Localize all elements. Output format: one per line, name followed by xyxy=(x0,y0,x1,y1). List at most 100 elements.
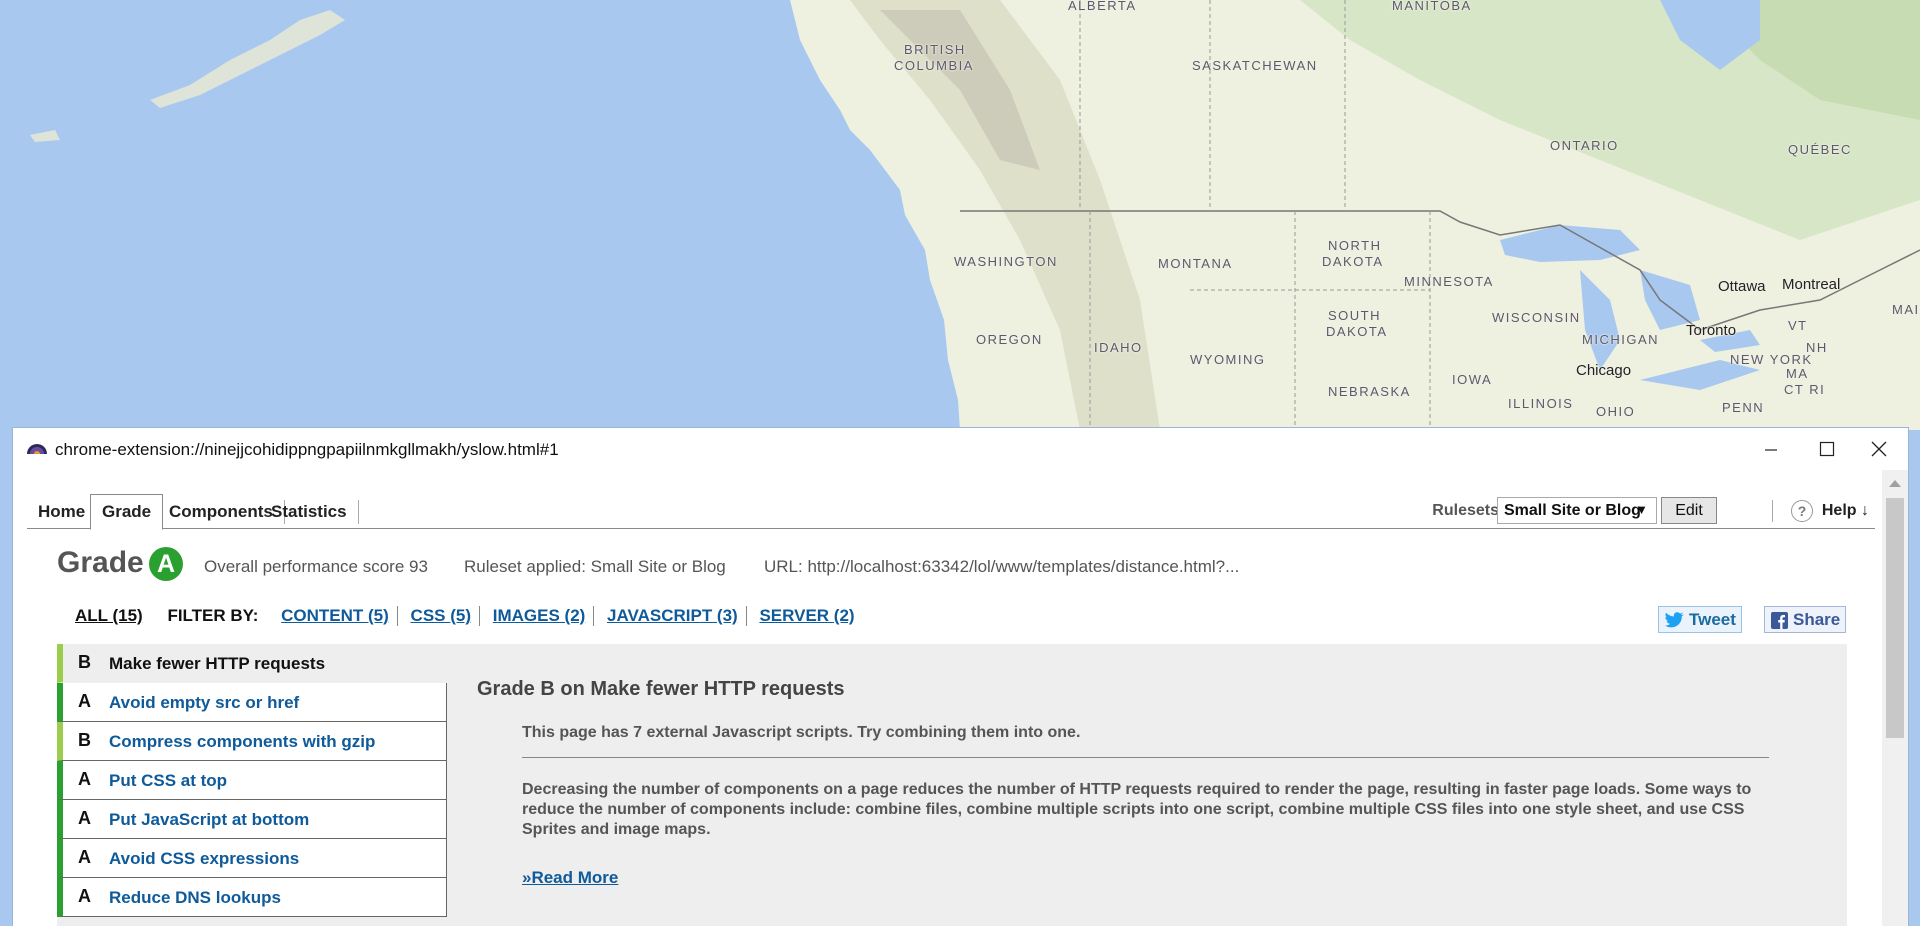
map-label-toronto: Toronto xyxy=(1686,322,1737,339)
close-button[interactable] xyxy=(1856,434,1902,464)
tab-home[interactable]: Home xyxy=(27,500,98,524)
rule-item-make-fewer-http-requests[interactable]: B Make fewer HTTP requests xyxy=(57,644,447,683)
rule-name: Put JavaScript at bottom xyxy=(109,810,310,829)
rule-grade: A xyxy=(78,847,91,867)
rule-grade: B xyxy=(78,652,91,672)
rule-name: Reduce DNS lookups xyxy=(109,888,281,907)
rule-item-reduce-dns-lookups[interactable]: A Reduce DNS lookups xyxy=(57,878,447,917)
filter-server[interactable]: SERVER (2) xyxy=(751,606,862,626)
help-link[interactable]: Help ↓ xyxy=(1822,502,1869,520)
map-label-illinois: ILLINOIS xyxy=(1508,396,1574,411)
maximize-button[interactable] xyxy=(1804,434,1850,464)
tab-label: Components xyxy=(169,502,273,521)
toolbar-divider xyxy=(1772,500,1773,522)
yslow-window: chrome-extension://ninejjcohidippngpapii… xyxy=(12,427,1909,926)
scrollbar-thumb[interactable] xyxy=(1886,498,1904,738)
map-label-iowa: IOWA xyxy=(1452,372,1493,387)
filter-label: FILTER BY: xyxy=(167,606,259,625)
rule-grade: A xyxy=(78,691,91,711)
map-label-dakota: DAKOTA xyxy=(1322,254,1384,269)
rule-grade: A xyxy=(78,886,91,906)
map-label-ma: MA xyxy=(1786,366,1809,381)
yslow-app-icon xyxy=(27,444,47,454)
tweet-button[interactable]: Tweet xyxy=(1658,606,1742,633)
map-label-ontario: ONTARIO xyxy=(1550,138,1619,153)
map-label-oregon: OREGON xyxy=(976,332,1043,347)
rule-name: Put CSS at top xyxy=(109,771,228,790)
rule-name: Make fewer HTTP requests xyxy=(109,654,326,673)
share-button[interactable]: Share xyxy=(1764,606,1846,633)
map-label-qu-bec: QUÉBEC xyxy=(1788,142,1852,157)
map-label-penn: PENN xyxy=(1722,400,1765,415)
rule-grade: A xyxy=(78,769,91,789)
rule-item-css-at-top[interactable]: A Put CSS at top xyxy=(57,761,447,800)
map-label-dakota: DAKOTA xyxy=(1326,324,1388,339)
vertical-scrollbar[interactable] xyxy=(1882,470,1908,926)
tweet-label: Tweet xyxy=(1689,610,1736,629)
twitter-icon xyxy=(1665,612,1684,628)
detail-divider xyxy=(522,757,1769,758)
rulesets-label: Rulesets xyxy=(1432,502,1499,519)
facebook-icon xyxy=(1771,612,1788,629)
share-label: Share xyxy=(1793,610,1841,629)
rule-item-avoid-css-expressions[interactable]: A Avoid CSS expressions xyxy=(57,839,447,878)
read-more-link[interactable]: »Read More xyxy=(522,868,618,888)
detail-description: Decreasing the number of components on a… xyxy=(522,781,1752,838)
map-label-ohio: OHIO xyxy=(1596,404,1636,419)
map-label-manitoba: MANITOBA xyxy=(1392,0,1472,13)
map-label-chicago: Chicago xyxy=(1576,362,1632,379)
ruleset-value: Small Site or Blog xyxy=(1504,502,1641,519)
rule-grade: B xyxy=(78,730,91,750)
map-label-south: SOUTH xyxy=(1328,308,1381,323)
map-label-alberta: ALBERTA xyxy=(1068,0,1137,13)
map-label-wyoming: WYOMING xyxy=(1190,352,1266,367)
tab-label: Home xyxy=(38,502,86,521)
rule-item-avoid-empty-src[interactable]: A Avoid empty src or href xyxy=(57,683,447,722)
filter-css[interactable]: CSS (5) xyxy=(403,606,481,626)
filter-javascript[interactable]: JAVASCRIPT (3) xyxy=(599,606,747,626)
map-label-nebraska: NEBRASKA xyxy=(1328,384,1411,399)
map-background[interactable]: ALBERTA MANITOBA BRITISH COLUMBIA SASKATCHEW… xyxy=(0,0,1920,430)
rule-name: Avoid CSS expressions xyxy=(109,849,300,868)
map-label-vt: VT xyxy=(1788,318,1808,333)
help-icon[interactable]: ? xyxy=(1791,500,1813,522)
map-label-wisconsin: WISCONSIN xyxy=(1492,310,1581,325)
map-label-new-york: NEW YORK xyxy=(1730,352,1813,367)
map-label-montreal: Montreal xyxy=(1782,276,1841,293)
map-label-ct-ri: CT RI xyxy=(1784,382,1826,397)
overall-grade-badge: A xyxy=(149,547,183,581)
map-label-idaho: IDAHO xyxy=(1094,340,1143,355)
overall-score: Overall performance score 93 xyxy=(204,557,428,576)
ruleset-select[interactable]: Small Site or Blog ▼ xyxy=(1497,497,1657,524)
tab-label: Statistics xyxy=(271,502,347,521)
close-icon xyxy=(1871,441,1887,457)
map-label-washington: WASHINGTON xyxy=(954,254,1058,269)
rule-item-compress-gzip[interactable]: B Compress components with gzip xyxy=(57,722,447,761)
dropdown-caret-icon: ▼ xyxy=(1635,502,1648,517)
edit-ruleset-button[interactable]: Edit xyxy=(1661,497,1717,524)
map-label-saskatchewan: SASKATCHEWAN xyxy=(1192,58,1318,73)
scroll-up-arrow-icon[interactable] xyxy=(1889,480,1901,487)
detail-title: Grade B on Make fewer HTTP requests xyxy=(477,678,845,700)
grade-heading: Grade xyxy=(57,546,144,579)
page-url: URL: http://localhost:63342/lol/www/temp… xyxy=(764,557,1240,576)
grade-panel: B Make fewer HTTP requests A Avoid empty… xyxy=(57,644,1847,926)
detail-summary: This page has 7 external Javascript scri… xyxy=(522,724,1081,741)
filter-all[interactable]: ALL (15) xyxy=(75,606,143,626)
rule-grade: A xyxy=(78,808,91,828)
map-label-michigan: MICHIGAN xyxy=(1582,332,1659,347)
rule-item-js-at-bottom[interactable]: A Put JavaScript at bottom xyxy=(57,800,447,839)
filter-images[interactable]: IMAGES (2) xyxy=(485,606,595,626)
tab-grade[interactable]: Grade xyxy=(90,494,164,530)
rule-name: Avoid empty src or href xyxy=(109,693,300,712)
filter-bar: ALL (15) FILTER BY: CONTENT (5) CSS (5) … xyxy=(75,606,863,626)
filter-content[interactable]: CONTENT (5) xyxy=(281,606,398,626)
maximize-icon xyxy=(1819,441,1835,457)
map-label-north: NORTH xyxy=(1328,238,1382,253)
map-label-columbia: COLUMBIA xyxy=(894,58,974,73)
window-titlebar[interactable]: chrome-extension://ninejjcohidippngpapii… xyxy=(13,428,1908,470)
map-label-montana: MONTANA xyxy=(1158,256,1233,271)
minimize-button[interactable] xyxy=(1748,434,1794,464)
tab-statistics[interactable]: Statistics xyxy=(260,500,359,524)
map-label-british: BRITISH xyxy=(904,42,966,57)
